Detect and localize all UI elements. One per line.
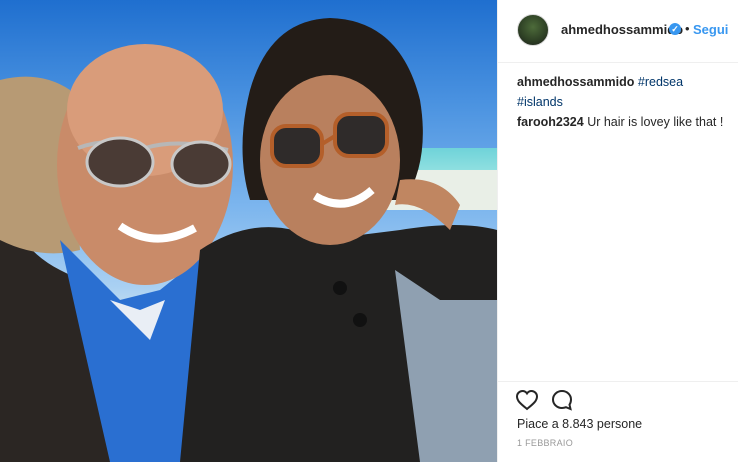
avatar[interactable]: [517, 14, 549, 46]
comment-username[interactable]: farooh2324: [517, 115, 584, 129]
post-header: ahmedhossammido ✓ • Segui: [498, 0, 738, 63]
verified-badge-icon: ✓: [669, 23, 681, 35]
actions-divider: [498, 381, 738, 382]
heart-icon[interactable]: [515, 388, 539, 412]
likes-count[interactable]: Piace a 8.843 persone: [517, 417, 642, 431]
comment-item: farooh2324 Ur hair is lovey like that !: [517, 112, 732, 132]
header-username[interactable]: ahmedhossammido: [561, 22, 683, 37]
hashtag-link[interactable]: #islands: [517, 95, 563, 109]
separator-dot: •: [685, 21, 690, 36]
comment-icon[interactable]: [550, 388, 574, 412]
selfie-illustration: [0, 18, 497, 462]
caption: ahmedhossammido #redsea #islands: [517, 72, 732, 112]
post-sidebar: ahmedhossammido ✓ • Segui ahmedhossammid…: [498, 0, 738, 462]
caption-username[interactable]: ahmedhossammido: [517, 75, 634, 89]
post-photo[interactable]: [0, 0, 497, 462]
follow-button[interactable]: Segui: [693, 22, 728, 37]
comments-list: ahmedhossammido #redsea #islands farooh2…: [517, 72, 732, 132]
comment-text: Ur hair is lovey like that !: [587, 115, 724, 129]
post-date[interactable]: 1 FEBBRAIO: [517, 438, 573, 448]
hashtag-link[interactable]: #redsea: [638, 75, 683, 89]
